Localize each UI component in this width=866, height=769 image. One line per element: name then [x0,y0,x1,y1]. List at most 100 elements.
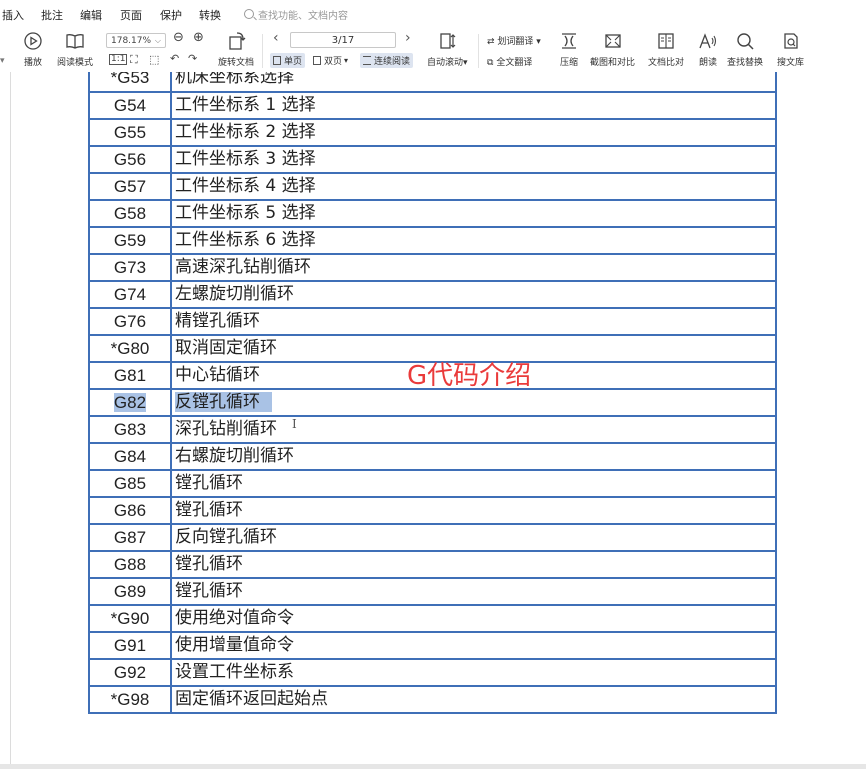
g-code-cell[interactable]: G85 [88,469,172,498]
menu-edit[interactable]: 编辑 [80,7,102,23]
g-code-description-cell[interactable]: 精镗孔循环 [170,307,777,336]
table-row: *G98 固定循环返回起始点 [88,685,777,714]
g-code-cell[interactable]: G81 [88,361,172,390]
g-code-cell[interactable]: G89 [88,577,172,606]
g-code-description-cell[interactable]: 镗孔循环 [170,577,777,606]
g-code-description-cell[interactable]: 工件坐标系 3 选择 [170,145,777,174]
menu-page[interactable]: 页面 [120,7,142,23]
single-page-button[interactable]: 单页 [270,53,306,68]
screenshot-compare-button[interactable]: 截图和对比 [590,30,635,68]
g-code-description-cell[interactable]: 高速深孔钻削循环 [170,253,777,282]
g-code-cell[interactable]: G59 [88,226,172,255]
menu-convert[interactable]: 转换 [199,7,221,23]
g-code-description-cell[interactable]: 右螺旋切削循环 [170,442,777,471]
table-row: G55 工件坐标系 2 选择 [88,118,777,147]
fit-width-icon[interactable]: ⬚ [149,53,159,66]
horizontal-scrollbar[interactable] [0,764,866,769]
g-code-cell[interactable]: G84 [88,442,172,471]
g-code-description-cell[interactable]: 工件坐标系 1 选择 [170,91,777,120]
zoom-level-select[interactable]: 178.17% ⌵ [106,33,166,48]
doc-compare-button[interactable]: 文档比对 [648,30,684,68]
g-code-cell[interactable]: *G53 [88,72,172,93]
g-code-cell[interactable]: *G80 [88,334,172,363]
collapse-arrow-icon[interactable]: ▾ [0,56,5,66]
g-code-description-cell[interactable]: 反向镗孔循环 [170,523,777,552]
play-button[interactable]: 播放 [22,30,44,68]
g-code-description-cell[interactable]: 使用绝对值命令 [170,604,777,633]
document-page[interactable]: *G53 机床坐标系选择 G54 工件坐标系 1 选择 G55 工件坐标系 2 选择 G56… [0,72,866,769]
g-code-cell[interactable]: G55 [88,118,172,147]
g-code-cell[interactable]: G92 [88,658,172,687]
compress-button[interactable]: 压缩 [558,30,580,68]
zoom-in-icon[interactable]: ⊕ [193,30,204,45]
table-row: G85 镗孔循环 [88,469,777,498]
actual-size-icon[interactable]: 1:1 [109,54,128,65]
read-aloud-button[interactable]: 朗读 [697,30,719,68]
g-code-description-cell[interactable]: 反镗孔循环 [170,388,777,417]
g-code-description-cell[interactable]: 工件坐标系 4 选择 [170,172,777,201]
g-code-cell[interactable]: G87 [88,523,172,552]
chevron-down-icon: ▾ [344,56,349,65]
page-number-input[interactable]: 3/17 [290,32,396,48]
g-code-table: *G53 机床坐标系选择 G54 工件坐标系 1 选择 G55 工件坐标系 2 选择 G56… [88,72,777,714]
g-code-cell[interactable]: G74 [88,280,172,309]
g-code-description-cell[interactable]: 使用增量值命令 [170,631,777,660]
find-replace-button[interactable]: 查找替换 [727,30,763,68]
auto-scroll-button[interactable]: 自动滚动▾ [427,30,468,68]
g-code-description-cell[interactable]: 工件坐标系 5 选择 [170,199,777,228]
g-code-cell[interactable]: G56 [88,145,172,174]
g-code-description-text: 反镗孔循环 [175,392,272,412]
next-page-icon[interactable]: › [405,30,411,46]
table-row: G73 高速深孔钻削循环 [88,253,777,282]
g-code-description-cell[interactable]: 工件坐标系 6 选择 [170,226,777,255]
rotate-right-icon[interactable]: ↷ [188,52,197,65]
full-translate-button[interactable]: ⧉ 全文翻译 [487,55,532,68]
g-code-description-text: 工件坐标系 5 选择 [175,203,316,223]
word-translate-button[interactable]: ⇄ 划词翻译 ▾ [487,34,541,47]
g-code-description-cell[interactable]: 深孔钻削循环 [170,415,777,444]
continuous-read-button[interactable]: 连续阅读 [360,53,414,68]
g-code-description-cell[interactable]: 设置工件坐标系 [170,658,777,687]
table-row: G82 反镗孔循环 [88,388,777,417]
g-code-cell[interactable]: G83 [88,415,172,444]
search-function-box[interactable]: 查找功能、文档内容 [244,6,348,22]
g-code-description-cell[interactable]: 镗孔循环 [170,550,777,579]
double-page-button[interactable]: 双页 ▾ [313,53,348,68]
g-code-description-cell[interactable]: 镗孔循环 [170,496,777,525]
g-code-cell[interactable]: G76 [88,307,172,336]
read-mode-button[interactable]: 阅读模式 [57,30,93,68]
g-code-cell[interactable]: *G98 [88,685,172,714]
g-code-description-cell[interactable]: 机床坐标系选择 [170,72,777,93]
g-code-cell[interactable]: G91 [88,631,172,660]
g-code-description-cell[interactable]: 固定循环返回起始点 [170,685,777,714]
zoom-out-icon[interactable]: ⊖ [173,30,184,45]
menu-protect[interactable]: 保护 [160,7,182,23]
g-code-cell[interactable]: *G90 [88,604,172,633]
menu-annotate[interactable]: 批注 [41,7,63,23]
g-code-cell[interactable]: G54 [88,91,172,120]
g-code-description-text: 工件坐标系 4 选择 [175,176,316,196]
g-code-cell[interactable]: G86 [88,496,172,525]
search-library-button[interactable]: 搜文库 [777,30,804,68]
g-code-cell[interactable]: G88 [88,550,172,579]
book-icon [66,34,84,49]
g-code-description-cell[interactable]: 左螺旋切削循环 [170,280,777,309]
menu-insert[interactable]: 插入 [2,7,24,23]
prev-page-icon[interactable]: ‹ [273,30,279,46]
table-row: G88 镗孔循环 [88,550,777,579]
g-code-description-cell[interactable]: 镗孔循环 [170,469,777,498]
g-code-text: G82 [113,393,147,412]
table-row: G57 工件坐标系 4 选择 [88,172,777,201]
g-code-description-cell[interactable]: 工件坐标系 2 选择 [170,118,777,147]
table-row: *G90 使用绝对值命令 [88,604,777,633]
g-code-cell[interactable]: G58 [88,199,172,228]
g-code-cell[interactable]: G82 [88,388,172,417]
rotate-document-button[interactable]: 旋转文档 [218,30,254,68]
fit-page-icon[interactable]: ⛶ [130,53,138,67]
g-code-text: G84 [113,447,147,466]
g-code-cell[interactable]: G57 [88,172,172,201]
rotate-left-icon[interactable]: ↶ [170,52,179,65]
table-row: G74 左螺旋切削循环 [88,280,777,309]
g-code-cell[interactable]: G73 [88,253,172,282]
double-page-icon [313,56,321,65]
